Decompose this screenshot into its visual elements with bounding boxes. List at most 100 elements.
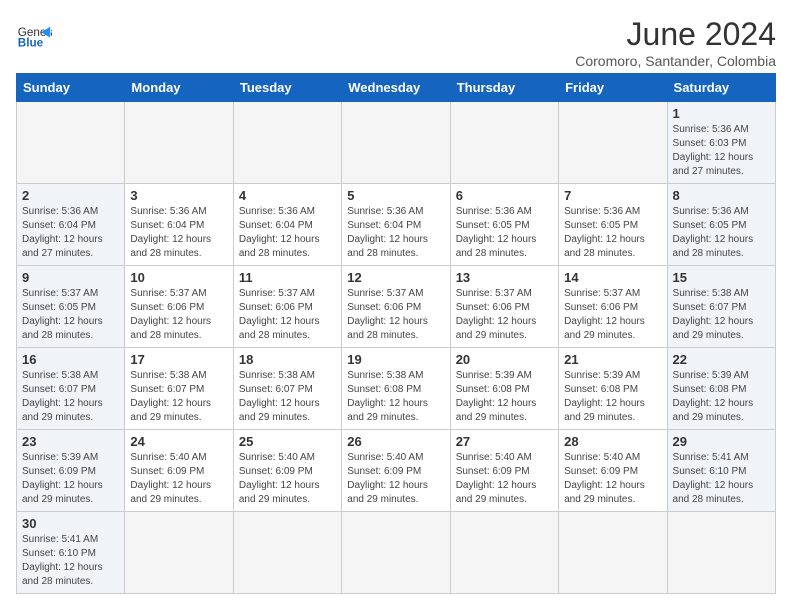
calendar-cell [233,102,341,184]
day-info: Sunrise: 5:39 AM Sunset: 6:08 PM Dayligh… [564,369,661,425]
weekday-header-sunday: Sunday [17,74,125,102]
day-info: Sunrise: 5:38 AM Sunset: 6:08 PM Dayligh… [347,369,444,425]
calendar-cell: 5Sunrise: 5:36 AM Sunset: 6:04 PM Daylig… [342,184,450,266]
day-number: 4 [239,188,336,203]
day-info: Sunrise: 5:36 AM Sunset: 6:05 PM Dayligh… [456,205,553,261]
day-info: Sunrise: 5:36 AM Sunset: 6:03 PM Dayligh… [673,123,770,179]
day-info: Sunrise: 5:39 AM Sunset: 6:08 PM Dayligh… [673,369,770,425]
day-number: 17 [130,352,227,367]
day-number: 14 [564,270,661,285]
calendar-cell [450,102,558,184]
day-info: Sunrise: 5:36 AM Sunset: 6:05 PM Dayligh… [673,205,770,261]
day-number: 19 [347,352,444,367]
svg-text:Blue: Blue [18,37,44,50]
calendar-cell: 23 Sunrise: 5:39 AM Sunset: 6:09 PM Dayli… [17,430,125,512]
calendar-cell: 10 Sunrise: 5:37 AM Sunset: 6:06 PM Dayli… [125,266,233,348]
day-number: 2 [22,188,119,203]
calendar-cell [342,102,450,184]
calendar-cell: 1 Sunrise: 5:36 AM Sunset: 6:03 PM Daylig… [667,102,775,184]
day-number: 30 [22,516,119,531]
day-number: 23 [22,434,119,449]
day-info: Sunrise: 5:36 AM Sunset: 6:05 PM Dayligh… [564,205,661,261]
calendar-cell: 21 Sunrise: 5:39 AM Sunset: 6:08 PM Dayli… [559,348,667,430]
day-number: 24 [130,434,227,449]
calendar-cell: 18Sunrise: 5:38 AM Sunset: 6:07 PM Dayli… [233,348,341,430]
calendar-cell: 17 Sunrise: 5:38 AM Sunset: 6:07 PM Dayli… [125,348,233,430]
day-info: Sunrise: 5:41 AM Sunset: 6:10 PM Dayligh… [673,451,770,507]
day-number: 1 [673,106,770,121]
month-title: June 2024 [575,16,776,53]
calendar-cell: 8 Sunrise: 5:36 AM Sunset: 6:05 PM Daylig… [667,184,775,266]
subtitle: Coromoro, Santander, Colombia [575,53,776,69]
weekday-header-wednesday: Wednesday [342,74,450,102]
calendar-cell: 16 Sunrise: 5:38 AM Sunset: 6:07 PM Dayli… [17,348,125,430]
calendar-cell: 29 Sunrise: 5:41 AM Sunset: 6:10 PM Dayli… [667,430,775,512]
calendar-cell: 22 Sunrise: 5:39 AM Sunset: 6:08 PM Dayli… [667,348,775,430]
day-info: Sunrise: 5:38 AM Sunset: 6:07 PM Dayligh… [130,369,227,425]
day-info: Sunrise: 5:37 AM Sunset: 6:06 PM Dayligh… [347,287,444,343]
calendar-cell: 2 Sunrise: 5:36 AM Sunset: 6:04 PM Daylig… [17,184,125,266]
day-info: Sunrise: 5:36 AM Sunset: 6:04 PM Dayligh… [239,205,336,261]
calendar-cell: 12 Sunrise: 5:37 AM Sunset: 6:06 PM Dayli… [342,266,450,348]
day-info: Sunrise: 5:39 AM Sunset: 6:09 PM Dayligh… [22,451,119,507]
calendar-cell [17,102,125,184]
day-number: 12 [347,270,444,285]
calendar-cell: 3Sunrise: 5:36 AM Sunset: 6:04 PM Daylig… [125,184,233,266]
day-number: 16 [22,352,119,367]
calendar-table: SundayMondayTuesdayWednesdayThursdayFrid… [16,73,776,594]
day-info: Sunrise: 5:37 AM Sunset: 6:05 PM Dayligh… [22,287,119,343]
day-info: Sunrise: 5:40 AM Sunset: 6:09 PM Dayligh… [456,451,553,507]
day-number: 21 [564,352,661,367]
day-info: Sunrise: 5:36 AM Sunset: 6:04 PM Dayligh… [347,205,444,261]
day-info: Sunrise: 5:37 AM Sunset: 6:06 PM Dayligh… [456,287,553,343]
calendar-cell: 27 Sunrise: 5:40 AM Sunset: 6:09 PM Dayli… [450,430,558,512]
weekday-header-friday: Friday [559,74,667,102]
day-number: 29 [673,434,770,449]
day-number: 7 [564,188,661,203]
calendar-cell [125,512,233,594]
day-number: 15 [673,270,770,285]
day-number: 10 [130,270,227,285]
calendar-cell: 26Sunrise: 5:40 AM Sunset: 6:09 PM Dayli… [342,430,450,512]
calendar-cell: 25Sunrise: 5:40 AM Sunset: 6:09 PM Dayli… [233,430,341,512]
day-number: 26 [347,434,444,449]
title-block: June 2024 Coromoro, Santander, Colombia [575,16,776,69]
calendar-cell [559,102,667,184]
day-info: Sunrise: 5:37 AM Sunset: 6:06 PM Dayligh… [239,287,336,343]
logo-icon: General Blue [16,16,52,52]
calendar-cell: 4 Sunrise: 5:36 AM Sunset: 6:04 PM Daylig… [233,184,341,266]
day-info: Sunrise: 5:41 AM Sunset: 6:10 PM Dayligh… [22,533,119,589]
day-info: Sunrise: 5:36 AM Sunset: 6:04 PM Dayligh… [22,205,119,261]
calendar-cell: 14 Sunrise: 5:37 AM Sunset: 6:06 PM Dayli… [559,266,667,348]
day-number: 25 [239,434,336,449]
calendar-cell: 24Sunrise: 5:40 AM Sunset: 6:09 PM Dayli… [125,430,233,512]
day-info: Sunrise: 5:38 AM Sunset: 6:07 PM Dayligh… [22,369,119,425]
page-header: General Blue June 2024 Coromoro, Santand… [16,16,776,69]
day-number: 6 [456,188,553,203]
calendar-cell [667,512,775,594]
weekday-header-monday: Monday [125,74,233,102]
calendar-cell [342,512,450,594]
calendar-cell: 13 Sunrise: 5:37 AM Sunset: 6:06 PM Dayli… [450,266,558,348]
calendar-cell: 19 Sunrise: 5:38 AM Sunset: 6:08 PM Dayli… [342,348,450,430]
calendar-cell: 6 Sunrise: 5:36 AM Sunset: 6:05 PM Daylig… [450,184,558,266]
day-number: 13 [456,270,553,285]
day-number: 22 [673,352,770,367]
weekday-header-saturday: Saturday [667,74,775,102]
weekday-header-thursday: Thursday [450,74,558,102]
calendar-cell: 20Sunrise: 5:39 AM Sunset: 6:08 PM Dayli… [450,348,558,430]
day-info: Sunrise: 5:37 AM Sunset: 6:06 PM Dayligh… [130,287,227,343]
day-number: 3 [130,188,227,203]
day-info: Sunrise: 5:38 AM Sunset: 6:07 PM Dayligh… [239,369,336,425]
calendar-cell [559,512,667,594]
calendar-cell: 9Sunrise: 5:37 AM Sunset: 6:05 PM Daylig… [17,266,125,348]
day-info: Sunrise: 5:37 AM Sunset: 6:06 PM Dayligh… [564,287,661,343]
calendar-cell [233,512,341,594]
calendar-cell: 30 Sunrise: 5:41 AM Sunset: 6:10 PM Dayli… [17,512,125,594]
day-number: 8 [673,188,770,203]
day-number: 11 [239,270,336,285]
calendar-cell: 11 Sunrise: 5:37 AM Sunset: 6:06 PM Dayli… [233,266,341,348]
logo: General Blue [16,16,52,52]
day-number: 27 [456,434,553,449]
calendar-cell: 15Sunrise: 5:38 AM Sunset: 6:07 PM Dayli… [667,266,775,348]
